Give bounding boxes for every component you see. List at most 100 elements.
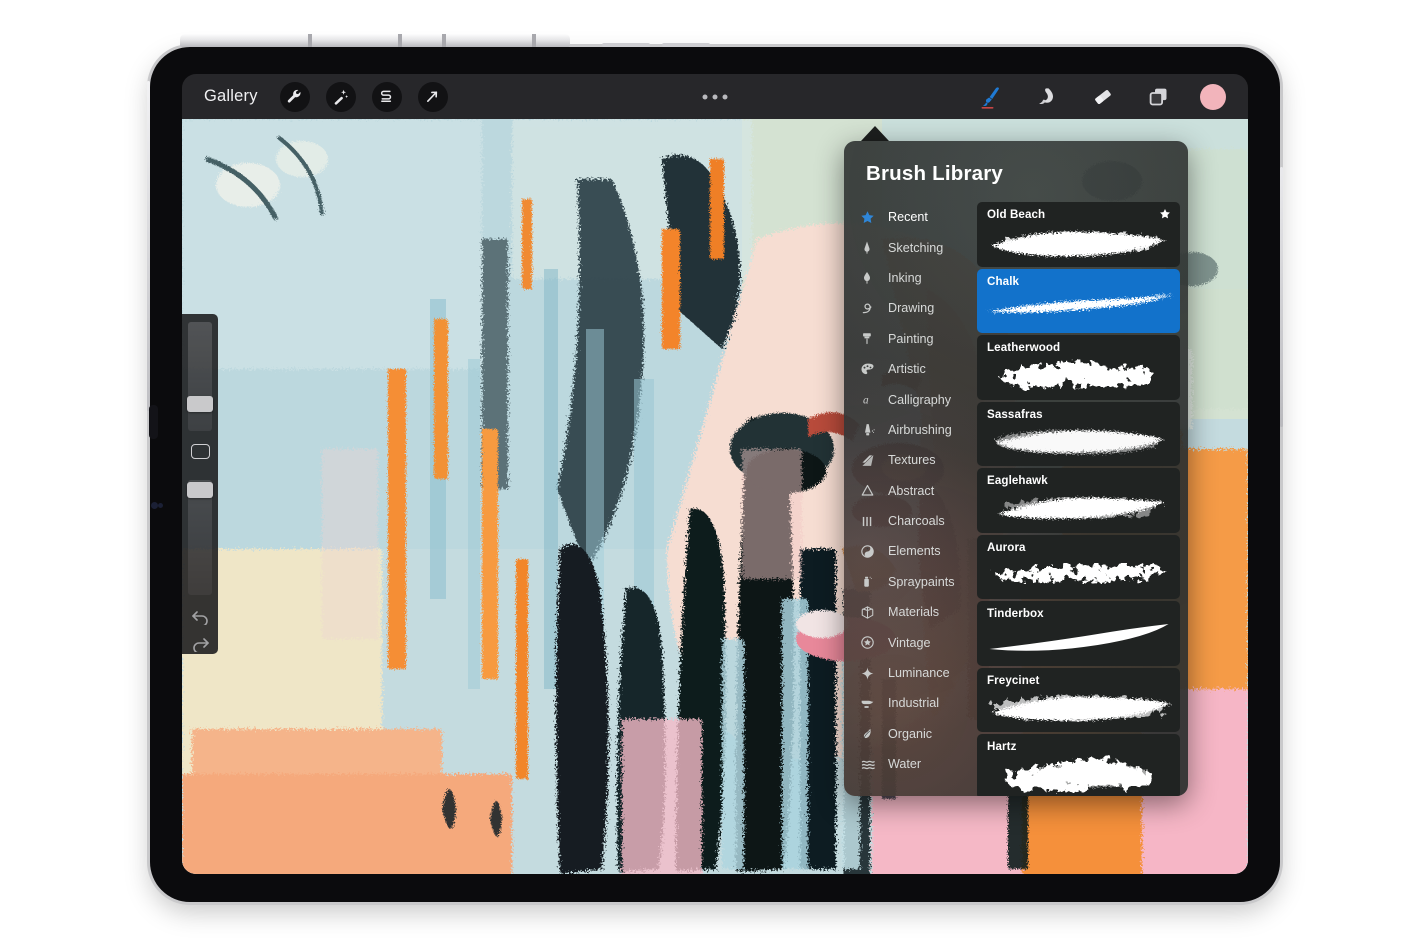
brush-category-label: Industrial	[888, 696, 940, 711]
pencil-ring	[442, 34, 446, 47]
brush-category-label: Vintage	[888, 635, 931, 650]
brush-category-industrial[interactable]: Industrial	[850, 688, 977, 718]
brush-item[interactable]: Sassafras	[977, 401, 1180, 466]
right-tool-group	[976, 82, 1226, 112]
brush-name: Freycinet	[987, 673, 1040, 687]
brush-category-label: Sketching	[888, 240, 944, 255]
more-dots-icon[interactable]	[702, 94, 728, 99]
brush-category-inking[interactable]: Inking	[850, 263, 977, 293]
brush-category-list[interactable]: Recent Sketching Inking Drawing Painting Arti…	[844, 202, 977, 792]
brush-category-drawing[interactable]: Drawing	[850, 293, 977, 323]
brush-category-recent[interactable]: Recent	[850, 202, 977, 232]
brush-stroke-preview	[977, 286, 1180, 330]
brush-category-label: Painting	[888, 331, 934, 346]
brush-category-painting[interactable]: Painting	[850, 324, 977, 354]
triangle-icon	[860, 483, 884, 498]
brush-category-organic[interactable]: Organic	[850, 719, 977, 749]
brush-category-label: Spraypaints	[888, 574, 955, 589]
spray-can-icon	[860, 574, 884, 589]
brush-category-label: Airbrushing	[888, 422, 952, 437]
paint-brush-icon	[860, 331, 884, 346]
squiggle-icon	[860, 301, 884, 316]
brush-size-slider[interactable]	[187, 322, 213, 431]
volume-down-button[interactable]	[662, 43, 710, 47]
smudge-icon[interactable]	[1032, 82, 1062, 112]
brush-name: Sassafras	[987, 407, 1043, 421]
brush-category-label: Textures	[888, 453, 936, 468]
brush-stroke-preview	[977, 685, 1180, 729]
brush-item[interactable]: Tinderbox	[977, 601, 1180, 666]
brush-category-label: Water	[888, 757, 922, 772]
eraser-icon[interactable]	[1088, 82, 1118, 112]
sparkle-icon	[860, 666, 884, 681]
wrench-icon[interactable]	[279, 81, 310, 112]
brush-item[interactable]: Freycinet	[977, 667, 1180, 732]
star-icon	[860, 210, 884, 225]
gallery-button[interactable]: Gallery	[204, 87, 258, 106]
color-swatch[interactable]	[1200, 83, 1226, 110]
brush-category-label: Abstract	[888, 483, 935, 498]
rear-camera	[149, 405, 158, 439]
brush-item[interactable]: Old Beach	[977, 202, 1180, 267]
brush-category-calligraphy[interactable]: a Calligraphy	[850, 384, 977, 414]
brush-item[interactable]: Leatherwood	[977, 335, 1180, 400]
dot	[722, 94, 728, 99]
brush-category-label: Organic	[888, 726, 933, 741]
brush-category-materials[interactable]: Materials	[850, 597, 977, 627]
palette-icon	[860, 362, 884, 377]
s-selection-icon[interactable]	[371, 81, 402, 112]
brush-category-artistic[interactable]: Artistic	[850, 354, 977, 384]
star-circle-icon	[860, 635, 884, 650]
redo-icon[interactable]	[187, 634, 213, 654]
anvil-icon	[860, 696, 884, 711]
brush-name: Leatherwood	[987, 341, 1061, 354]
brush-category-abstract[interactable]: Abstract	[850, 476, 977, 506]
brush-category-label: Elements	[888, 544, 941, 559]
hatch-square-icon	[860, 453, 884, 468]
brush-category-luminance[interactable]: Luminance	[850, 658, 977, 688]
brush-category-elements[interactable]: Elements	[850, 536, 977, 566]
three-bars-icon	[860, 514, 884, 529]
brush-stroke-preview	[977, 619, 1180, 663]
brush-name: Tinderbox	[987, 607, 1044, 620]
brush-category-label: Artistic	[888, 362, 926, 377]
brush-item[interactable]: Eaglehawk	[977, 468, 1180, 533]
brush-item[interactable]: Hartz	[977, 734, 1180, 796]
magic-wand-icon[interactable]	[325, 81, 356, 112]
opacity-slider[interactable]	[187, 480, 213, 595]
svg-text:a: a	[863, 395, 869, 407]
brush-item[interactable]: Aurora	[977, 534, 1180, 599]
brush-category-vintage[interactable]: Vintage	[850, 627, 977, 657]
top-toolbar: Gallery	[182, 74, 1248, 119]
brush-category-charcoals[interactable]: Charcoals	[850, 506, 977, 536]
brush-library-pointer	[861, 126, 889, 141]
brush-category-sketching[interactable]: Sketching	[850, 232, 977, 262]
brush-category-water[interactable]: Water	[850, 749, 977, 779]
brush-category-airbrushing[interactable]: Airbrushing	[850, 415, 977, 445]
dot	[712, 94, 718, 99]
left-tool-sidebar[interactable]	[182, 314, 218, 654]
brush-stroke-preview	[977, 752, 1180, 796]
pencil-ring	[532, 34, 536, 47]
paintbrush-icon[interactable]	[976, 82, 1006, 112]
brush-list[interactable]: Old Beach Chalk Leatherwood Sassafras Eagleh…	[977, 202, 1188, 796]
brush-category-label: Inking	[888, 270, 922, 285]
brush-size-knob[interactable]	[187, 396, 213, 412]
ipad-device-frame: Gallery Brush Library Recent Sketching I…	[147, 34, 1283, 902]
arrow-transform-icon[interactable]	[417, 81, 448, 112]
brush-category-spraypaints[interactable]: Spraypaints	[850, 567, 977, 597]
favorite-star-icon[interactable]	[1159, 207, 1171, 225]
volume-up-button[interactable]	[602, 43, 650, 47]
layers-icon[interactable]	[1144, 82, 1174, 112]
brush-category-textures[interactable]: Textures	[850, 445, 977, 475]
brush-name: Aurora	[987, 540, 1026, 554]
opacity-knob[interactable]	[187, 482, 213, 499]
brush-category-label: Calligraphy	[888, 392, 951, 407]
modify-square-button[interactable]	[190, 443, 210, 460]
dot	[702, 94, 708, 99]
brush-library-body: Recent Sketching Inking Drawing Painting Arti…	[844, 202, 1188, 796]
undo-icon[interactable]	[187, 607, 213, 627]
brush-category-label: Recent	[888, 210, 928, 225]
brush-library-panel: Brush Library Recent Sketching Inking Drawi…	[844, 141, 1188, 796]
brush-item[interactable]: Chalk	[977, 268, 1180, 333]
